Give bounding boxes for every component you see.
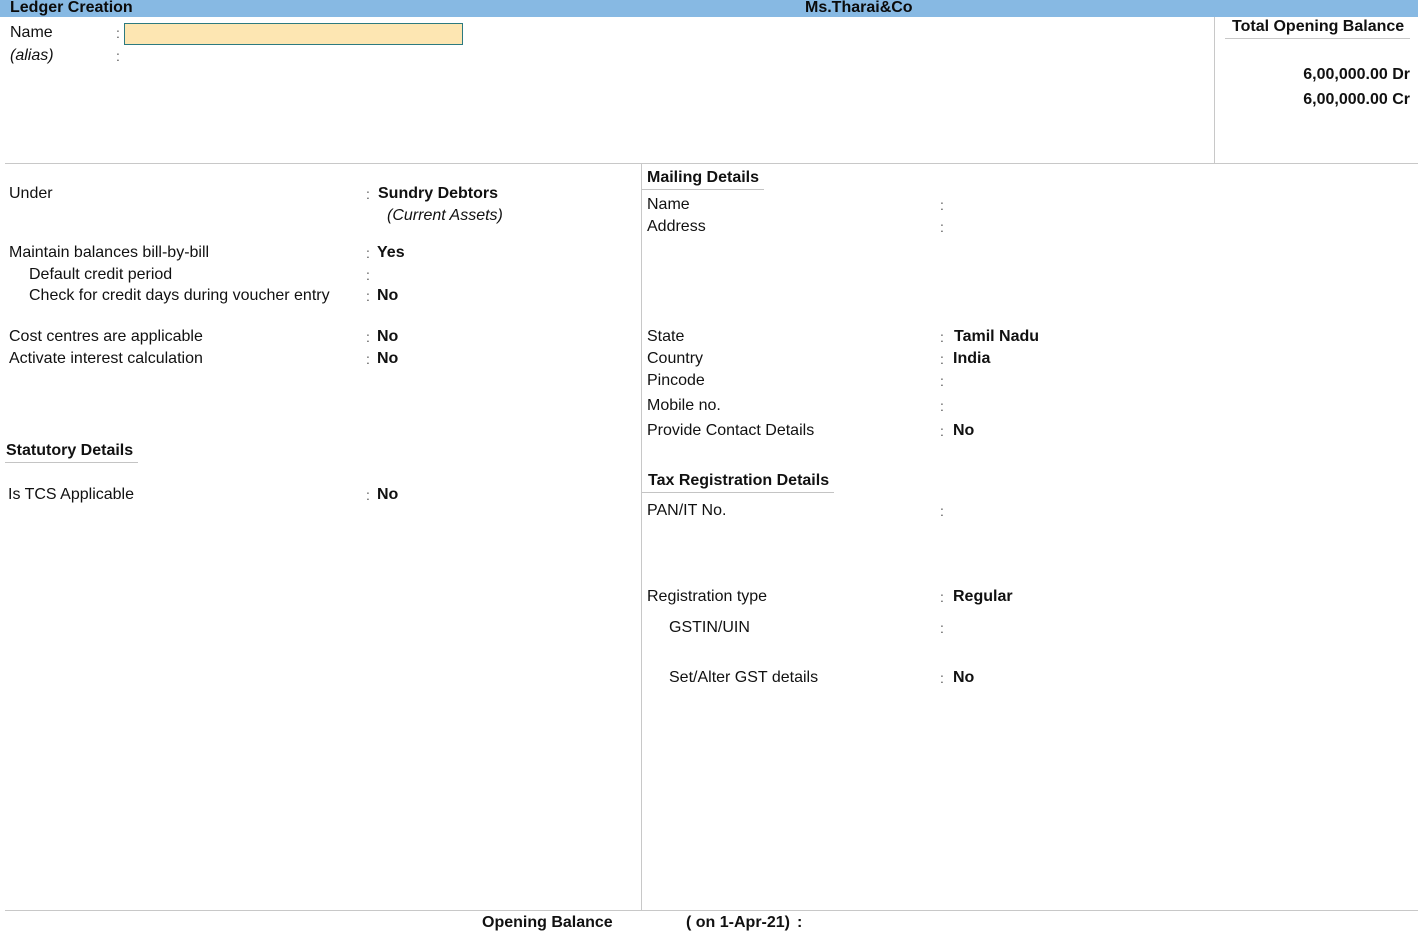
interest-calc-label: Activate interest calculation <box>9 350 203 367</box>
title-bar: Ledger Creation Ms.Tharai&Co <box>0 0 1418 17</box>
registration-type-label: Registration type <box>647 588 768 605</box>
gst-details-colon: : <box>940 670 944 686</box>
check-credit-days-colon: : <box>366 288 370 304</box>
total-credit-value: 6,00,000.00 Cr <box>1303 91 1410 108</box>
check-credit-days-label: Check for credit days during voucher ent… <box>29 287 330 304</box>
window-title: Ledger Creation <box>10 0 133 16</box>
balance-panel-divider <box>1214 17 1215 163</box>
tax-registration-heading: Tax Registration Details <box>642 472 835 493</box>
default-credit-period-colon: : <box>366 267 370 283</box>
ledger-name-input[interactable] <box>124 23 463 45</box>
mailing-name-label: Name <box>647 196 690 213</box>
state-colon: : <box>940 329 944 345</box>
under-value[interactable]: Sundry Debtors <box>378 185 498 203</box>
gst-details-label: Set/Alter GST details <box>669 669 819 686</box>
gst-details-value[interactable]: No <box>953 669 974 687</box>
total-debit-value: 6,00,000.00 Dr <box>1303 66 1410 83</box>
gstin-label: GSTIN/UIN <box>669 619 750 636</box>
bill-by-bill-label: Maintain balances bill-by-bill <box>9 244 210 261</box>
statutory-details-heading: Statutory Details <box>5 442 139 463</box>
gstin-value[interactable] <box>953 619 1103 637</box>
alias-label: (alias) <box>10 47 54 64</box>
bill-by-bill-value[interactable]: Yes <box>377 244 405 262</box>
alias-colon: : <box>116 48 120 64</box>
pincode-value[interactable] <box>953 372 1073 390</box>
pan-colon: : <box>940 503 944 519</box>
country-value[interactable]: India <box>953 350 990 368</box>
default-credit-period-label: Default credit period <box>29 266 173 283</box>
default-credit-period-value[interactable] <box>377 266 477 284</box>
total-opening-balance-title: Total Opening Balance <box>1232 18 1405 35</box>
address-value[interactable] <box>953 218 1153 236</box>
mailing-details-heading: Mailing Details <box>642 169 765 190</box>
tcs-value[interactable]: No <box>377 486 398 504</box>
mobile-label: Mobile no. <box>647 397 721 414</box>
country-colon: : <box>940 351 944 367</box>
opening-balance-value[interactable] <box>812 914 962 932</box>
name-colon: : <box>116 25 120 41</box>
balance-title-underline <box>1225 38 1410 39</box>
name-label: Name <box>10 24 53 41</box>
cost-centres-value[interactable]: No <box>377 328 398 346</box>
state-label: State <box>647 328 685 345</box>
opening-balance-date: ( on 1-Apr-21) <box>686 914 790 931</box>
mailing-name-colon: : <box>940 197 944 213</box>
opening-balance-colon: : <box>797 914 803 931</box>
cost-centres-label: Cost centres are applicable <box>9 328 203 345</box>
header-separator <box>5 163 1418 164</box>
panel-divider <box>641 163 642 910</box>
footer-separator <box>5 910 1418 911</box>
company-name: Ms.Tharai&Co <box>805 0 913 16</box>
under-group-parent: (Current Assets) <box>387 207 503 224</box>
tcs-label: Is TCS Applicable <box>8 486 134 503</box>
mobile-value[interactable] <box>953 397 1073 415</box>
bill-by-bill-colon: : <box>366 245 370 261</box>
mailing-name-value[interactable] <box>953 196 1153 214</box>
pan-value[interactable] <box>953 502 1103 520</box>
contact-details-label: Provide Contact Details <box>647 422 815 439</box>
registration-type-colon: : <box>940 589 944 605</box>
pan-label: PAN/IT No. <box>647 502 727 519</box>
state-value[interactable]: Tamil Nadu <box>954 328 1039 346</box>
contact-details-value[interactable]: No <box>953 422 974 440</box>
gstin-colon: : <box>940 620 944 636</box>
address-colon: : <box>940 219 944 235</box>
registration-type-value[interactable]: Regular <box>953 588 1013 606</box>
under-label: Under <box>9 185 53 202</box>
pincode-colon: : <box>940 373 944 389</box>
pincode-label: Pincode <box>647 372 705 389</box>
interest-calc-colon: : <box>366 351 370 367</box>
tcs-colon: : <box>366 487 370 503</box>
contact-details-colon: : <box>940 423 944 439</box>
cost-centres-colon: : <box>366 329 370 345</box>
opening-balance-label: Opening Balance <box>482 914 613 931</box>
mobile-colon: : <box>940 398 944 414</box>
alias-input[interactable] <box>124 46 463 66</box>
under-colon: : <box>366 186 370 202</box>
interest-calc-value[interactable]: No <box>377 350 398 368</box>
country-label: Country <box>647 350 704 367</box>
check-credit-days-value[interactable]: No <box>377 287 398 305</box>
address-label: Address <box>647 218 706 235</box>
